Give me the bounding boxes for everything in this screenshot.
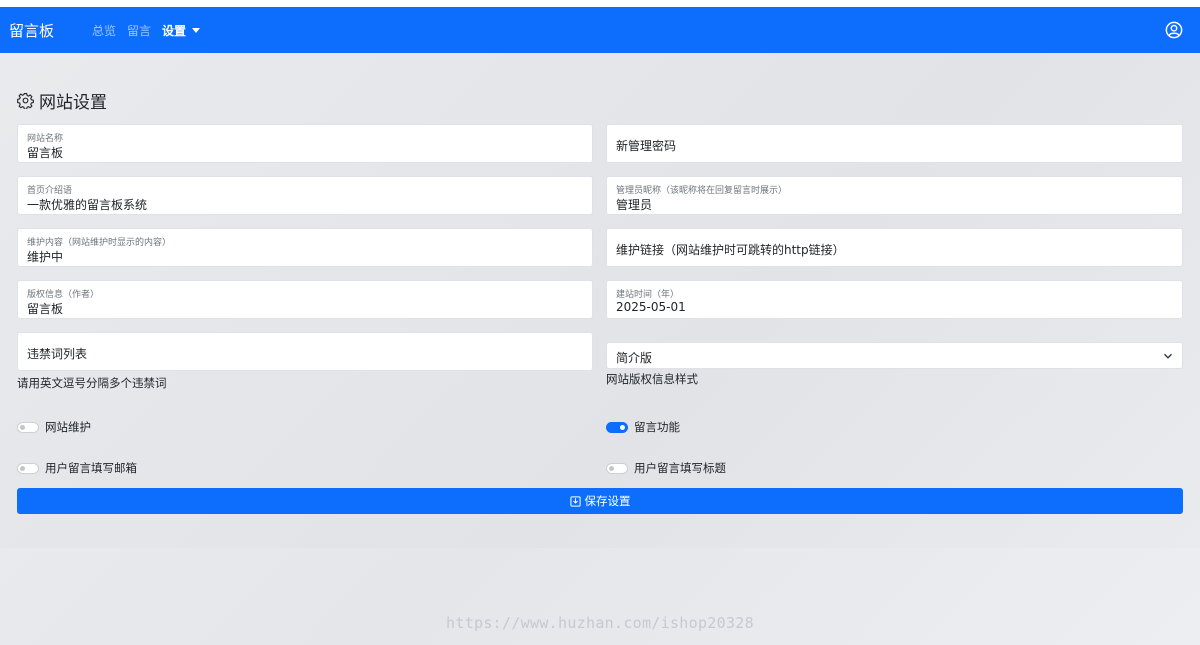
copyright-value: 留言板 [27, 302, 64, 316]
require-email-toggle-label: 用户留言填写邮箱 [45, 461, 137, 475]
founded-label: 建站时间（年） [616, 290, 680, 300]
save-icon [569, 495, 581, 507]
caret-down-icon [192, 27, 201, 33]
copyright-style-select[interactable]: 简介版 [606, 342, 1183, 369]
copyright-field[interactable]: 版权信息（作者） 留言板 [17, 280, 593, 319]
nav-overview[interactable]: 总览 [92, 22, 116, 39]
maintenance-switch-row: 网站维护 [17, 419, 91, 435]
navbar: 留言板 总览 留言 设置 [0, 7, 1200, 53]
maintenance-content-label: 维护内容（网站维护时显示的内容） [27, 238, 172, 248]
maintenance-toggle[interactable] [17, 421, 39, 433]
maintenance-toggle-label: 网站维护 [45, 420, 91, 434]
require-title-toggle-label: 用户留言填写标题 [634, 461, 726, 475]
nav-settings-label: 设置 [162, 23, 187, 38]
brand[interactable]: 留言板 [9, 20, 54, 41]
toggle-knob [609, 465, 614, 471]
maintenance-content-value: 维护中 [27, 250, 64, 264]
new-password-field[interactable]: 新管理密码 [606, 124, 1183, 163]
toggle-knob [20, 424, 25, 430]
copyright-style-value: 简介版 [616, 351, 653, 365]
toggle-knob [620, 424, 625, 430]
banned-words-help: 请用英文逗号分隔多个违禁词 [17, 376, 167, 390]
settings-section: 网站设置 网站名称 留言板 新管理密码 首页介绍语 一款优雅的留言板系统 管理员… [0, 53, 1200, 548]
copyright-style-help: 网站版权信息样式 [606, 372, 698, 386]
messages-toggle-label: 留言功能 [634, 420, 680, 434]
banned-words-field[interactable]: 违禁词列表 [17, 332, 593, 371]
founded-value: 2025-05-01 [616, 300, 686, 314]
copyright-label: 版权信息（作者） [27, 290, 100, 300]
admin-nickname-field[interactable]: 管理员昵称（该昵称将在回复留言时展示） 管理员 [606, 176, 1183, 215]
require-email-switch-row: 用户留言填写邮箱 [17, 460, 137, 476]
chevron-down-icon [1164, 353, 1172, 359]
nav-messages[interactable]: 留言 [127, 22, 151, 39]
new-password-placeholder: 新管理密码 [616, 139, 677, 153]
person-circle-icon[interactable] [1165, 21, 1183, 39]
messages-switch-row: 留言功能 [606, 419, 680, 435]
banned-words-placeholder: 违禁词列表 [27, 347, 88, 361]
intro-field[interactable]: 首页介绍语 一款优雅的留言板系统 [17, 176, 593, 215]
top-strip [0, 0, 1200, 7]
nav-settings-dropdown[interactable]: 设置 [162, 22, 201, 39]
intro-value: 一款优雅的留言板系统 [27, 198, 148, 212]
admin-nickname-value: 管理员 [616, 198, 653, 212]
maintenance-link-field[interactable]: 维护链接（网站维护时可跳转的http链接） [606, 228, 1183, 267]
save-settings-button[interactable]: 保存设置 [17, 488, 1183, 514]
watermark: https://www.huzhan.com/ishop20328 [446, 614, 754, 632]
intro-label: 首页介绍语 [27, 186, 73, 196]
site-name-label: 网站名称 [27, 134, 64, 144]
gear-icon [17, 92, 34, 109]
save-settings-label: 保存设置 [584, 494, 631, 508]
require-title-toggle[interactable] [606, 462, 628, 474]
toggle-knob [20, 465, 25, 471]
founded-field[interactable]: 建站时间（年） 2025-05-01 [606, 280, 1183, 319]
maintenance-content-field[interactable]: 维护内容（网站维护时显示的内容） 维护中 [17, 228, 593, 267]
messages-toggle[interactable] [606, 421, 628, 433]
site-name-field[interactable]: 网站名称 留言板 [17, 124, 593, 163]
maintenance-link-placeholder: 维护链接（网站维护时可跳转的http链接） [616, 243, 845, 257]
require-email-toggle[interactable] [17, 462, 39, 474]
require-title-switch-row: 用户留言填写标题 [606, 460, 726, 476]
page-title: 网站设置 [17, 88, 107, 113]
site-name-value: 留言板 [27, 146, 64, 160]
admin-nickname-label: 管理员昵称（该昵称将在回复留言时展示） [616, 186, 788, 196]
page-title-text: 网站设置 [39, 93, 107, 113]
